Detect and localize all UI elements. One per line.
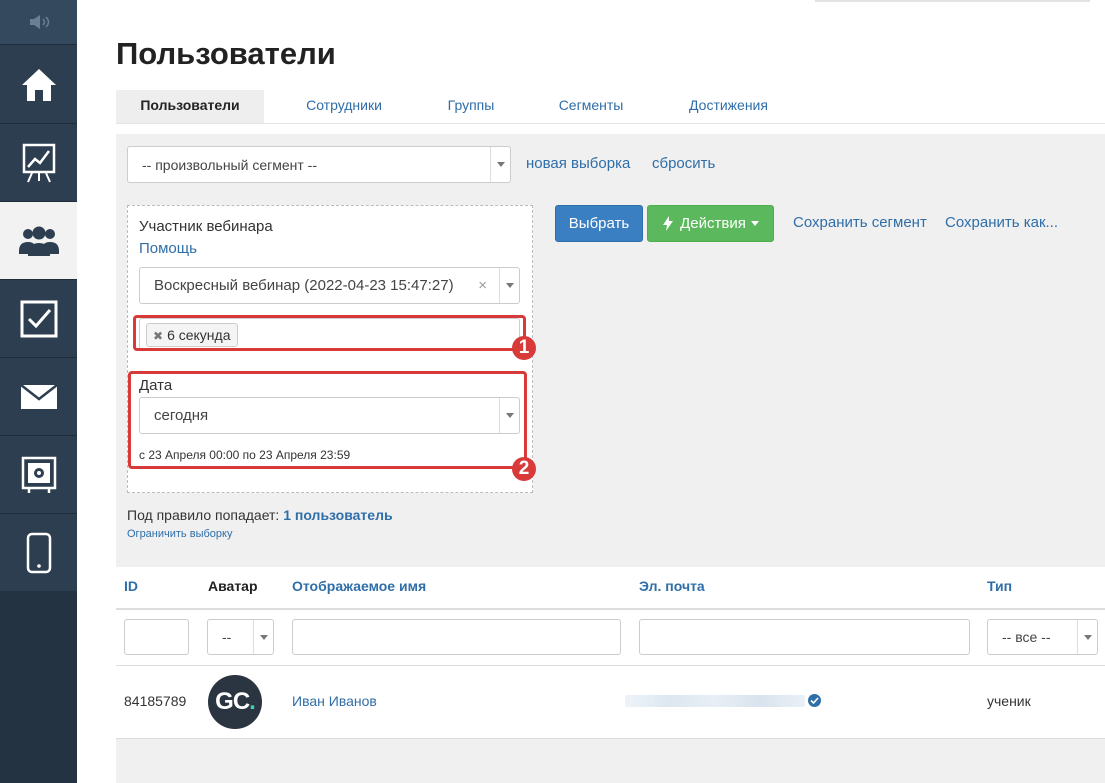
task-icon	[20, 300, 57, 337]
column-header-avatar: Аватар	[208, 578, 258, 594]
webinar-select[interactable]: Воскресный вебинар (2022-04-23 15:47:27)…	[139, 267, 520, 304]
column-header-name[interactable]: Отображаемое имя	[292, 578, 426, 594]
segment-select[interactable]: -- произвольный сегмент --	[127, 146, 511, 183]
avatar: GC.	[208, 675, 262, 729]
rule-result-prefix: Под правило попадает:	[127, 507, 280, 523]
new-selection-link[interactable]: новая выборка	[526, 155, 630, 172]
header-divider	[116, 608, 1105, 610]
rule-result: Под правило попадает: 1 пользователь	[127, 507, 393, 523]
actions-button-label: Действия	[680, 215, 746, 232]
home-icon	[21, 68, 56, 101]
table-footer-area	[116, 739, 1105, 783]
select-button[interactable]: Выбрать	[555, 205, 643, 242]
tab-groups[interactable]: Группы	[426, 90, 516, 123]
chart-icon	[22, 143, 55, 182]
tab-segments[interactable]: Сегменты	[541, 90, 641, 123]
avatar-dot: .	[249, 688, 256, 715]
sidebar-item-mobile[interactable]	[0, 514, 77, 592]
page-title: Пользователи	[116, 36, 336, 71]
annotation-frame-2	[128, 371, 527, 469]
sidebar-item-analytics[interactable]	[0, 124, 77, 202]
filter-row-divider	[116, 665, 1105, 666]
chevron-down-icon	[253, 620, 273, 654]
save-as-link[interactable]: Сохранить как...	[945, 214, 1058, 231]
sidebar-empty-area	[0, 591, 77, 783]
type-filter-select[interactable]: -- все --	[987, 619, 1098, 655]
sidebar-item-tasks[interactable]	[0, 280, 77, 358]
help-link[interactable]: Помощь	[139, 240, 197, 257]
settings-panel-icon	[21, 456, 56, 493]
save-segment-link[interactable]: Сохранить сегмент	[793, 214, 927, 231]
users-icon	[18, 226, 59, 256]
mail-icon	[19, 383, 58, 409]
sidebar-item-home[interactable]	[0, 46, 77, 124]
tab-employees[interactable]: Сотрудники	[286, 90, 402, 123]
tab-achievements[interactable]: Достижения	[671, 90, 786, 123]
chevron-down-icon	[1077, 620, 1097, 654]
annotation-frame-1	[133, 315, 526, 351]
row-user-name[interactable]: Иван Иванов	[292, 693, 377, 709]
actions-button[interactable]: Действия	[647, 205, 774, 242]
column-header-email[interactable]: Эл. почта	[639, 578, 705, 594]
mobile-icon	[26, 532, 51, 573]
clear-icon[interactable]: ×	[478, 268, 487, 303]
avatar-initials: GC	[215, 688, 250, 715]
limit-selection-link[interactable]: Ограничить выборку	[127, 528, 232, 540]
chevron-down-icon	[490, 147, 510, 182]
reset-link[interactable]: сбросить	[652, 155, 715, 172]
lightning-icon	[663, 216, 674, 231]
caret-down-icon	[750, 221, 759, 226]
verified-check-icon	[808, 694, 821, 707]
email-filter-input[interactable]	[639, 619, 970, 655]
sidebar-item-notifications[interactable]	[0, 0, 77, 45]
avatar-filter-select[interactable]: --	[207, 619, 274, 655]
sidebar-item-users[interactable]	[0, 202, 77, 280]
top-search-bar-edge	[815, 0, 1090, 2]
tab-users[interactable]: Пользователи	[116, 90, 264, 123]
sidebar-item-messages[interactable]	[0, 358, 77, 436]
row-type: ученик	[987, 693, 1031, 709]
id-filter-input[interactable]	[124, 619, 189, 655]
rule-result-count[interactable]: 1 пользователь	[283, 507, 392, 523]
rule-title: Участник вебинара	[139, 218, 273, 235]
sidebar-item-settings[interactable]	[0, 436, 77, 514]
tab-bar: Пользователи Сотрудники Группы Сегменты …	[116, 90, 1105, 124]
annotation-number-2: 2	[512, 457, 536, 481]
type-filter-value: -- все --	[1002, 629, 1051, 645]
speaker-icon	[29, 15, 49, 29]
segment-select-value: -- произвольный сегмент --	[142, 156, 317, 173]
annotation-number-1: 1	[512, 336, 536, 360]
sidebar	[0, 0, 77, 783]
column-header-id[interactable]: ID	[124, 578, 138, 594]
column-header-type[interactable]: Тип	[987, 578, 1012, 594]
row-id: 84185789	[124, 693, 187, 709]
avatar-filter-value: --	[222, 629, 232, 645]
name-filter-input[interactable]	[292, 619, 621, 655]
row-email-redacted	[625, 695, 805, 707]
webinar-select-value: Воскресный вебинар (2022-04-23 15:47:27)	[154, 277, 454, 294]
chevron-down-icon	[499, 268, 519, 303]
